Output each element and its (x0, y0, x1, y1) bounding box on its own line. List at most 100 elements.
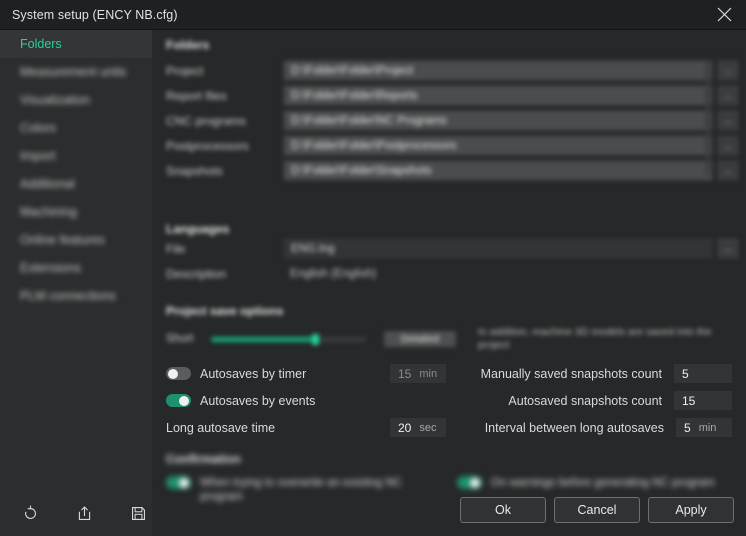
language-description-row: Description English (English) (166, 261, 738, 286)
folder-input-project[interactable]: D:\Folder\Folder\Project (284, 61, 712, 80)
sidebar-item-label: Online features (20, 233, 105, 247)
folder-input-postprocessors[interactable]: D:\Folder\Folder\Postprocessors (284, 136, 712, 155)
autosave-timer-unit: min (419, 368, 437, 380)
sidebar-item-label: Colors (20, 121, 56, 135)
confirm-overwrite-row: When trying to overwrite an existing NC … (166, 476, 441, 504)
long-autosave-interval-row: Interval between long autosaves 5 min (442, 414, 732, 441)
toggle-knob (179, 478, 189, 488)
export-icon (76, 505, 93, 522)
autosave-timer-toggle[interactable] (166, 367, 191, 380)
sidebar-item-label: Extensions (20, 261, 81, 275)
browse-button[interactable]: ... (718, 239, 738, 258)
sidebar-item-import[interactable]: Import (0, 142, 152, 170)
cancel-button[interactable]: Cancel (554, 497, 640, 523)
project-save-slider[interactable] (211, 337, 366, 342)
folder-label-snapshots: Snapshots (166, 164, 284, 178)
long-autosave-interval-label: Interval between long autosaves (485, 421, 664, 435)
folders-heading: Folders (166, 38, 738, 52)
folder-input-report-files[interactable]: D:\Folder\Folder\Reports (284, 86, 712, 105)
auto-snapshots-value: 15 (682, 394, 695, 408)
project-save-mode-label: Detailed (384, 331, 456, 347)
project-save-heading: Project save options (166, 304, 738, 318)
browse-button[interactable]: ... (718, 61, 738, 80)
slider-fill (211, 337, 315, 342)
reset-settings-button[interactable] (20, 503, 40, 523)
apply-button[interactable]: Apply (648, 497, 734, 523)
sidebar-item-label: Import (20, 149, 55, 163)
manual-snapshots-input[interactable]: 5 (674, 364, 732, 383)
folder-input-cnc-programs[interactable]: D:\Folder\Folder\NC Programs (284, 111, 712, 130)
folder-row: CNC programs D:\Folder\Folder\NC Program… (166, 108, 738, 133)
autosave-events-row: Autosaves by events (166, 387, 446, 414)
sidebar-item-label: PLM connections (20, 289, 116, 303)
folder-label-cnc-programs: CNC programs (166, 114, 284, 128)
sidebar-item-additional[interactable]: Additional (0, 170, 152, 198)
language-file-row: File ENG.lng ... (166, 236, 738, 261)
manual-snapshots-value: 5 (682, 367, 689, 381)
sidebar-item-label: Measurement units (20, 65, 126, 79)
toggle-knob (470, 478, 480, 488)
sidebar-item-extensions[interactable]: Extensions (0, 254, 152, 282)
sidebar-item-online-features[interactable]: Online features (0, 226, 152, 254)
manual-snapshots-label: Manually saved snapshots count (481, 367, 662, 381)
sidebar-item-label: Machining (20, 205, 77, 219)
folders-scrollbar[interactable] (706, 60, 710, 175)
confirm-overwrite-label: When trying to overwrite an existing NC … (200, 476, 425, 504)
confirm-warnings-toggle[interactable] (457, 476, 482, 489)
sidebar-item-folders[interactable]: Folders (0, 30, 152, 58)
save-icon (130, 505, 147, 522)
toggle-knob (168, 369, 178, 379)
sidebar-item-label: Visualization (20, 93, 90, 107)
sidebar-item-colors[interactable]: Colors (0, 114, 152, 142)
language-file-label: File (166, 242, 284, 256)
folder-row: Snapshots D:\Folder\Folder\Snapshots ... (166, 158, 738, 183)
browse-button[interactable]: ... (718, 86, 738, 105)
folder-row: Project D:\Folder\Folder\Project ... (166, 58, 738, 83)
confirm-warnings-label: On warnings before generating NC program (491, 476, 715, 490)
confirmation-heading: Confirmation (166, 452, 732, 466)
sidebar-item-machining[interactable]: Machining (0, 198, 152, 226)
long-autosave-interval-input[interactable]: 5 min (676, 418, 732, 437)
toggle-knob (179, 396, 189, 406)
language-file-input[interactable]: ENG.lng (284, 239, 712, 258)
autosave-right-column: Manually saved snapshots count 5 Autosav… (442, 360, 732, 441)
auto-snapshots-label: Autosaved snapshots count (508, 394, 662, 408)
folder-path-rows: Project D:\Folder\Folder\Project ... Rep… (166, 58, 738, 183)
close-button[interactable] (702, 0, 746, 29)
confirm-overwrite-toggle[interactable] (166, 476, 191, 489)
browse-button[interactable]: ... (718, 111, 738, 130)
reset-icon (22, 505, 39, 522)
ok-button[interactable]: Ok (460, 497, 546, 523)
title-bar: System setup (ENCY NB.cfg) (0, 0, 746, 30)
slider-min-label: Short (166, 333, 211, 345)
autosave-timer-input[interactable]: 15 min (390, 364, 446, 383)
browse-button[interactable]: ... (718, 136, 738, 155)
project-save-slider-row: Short Detailed In addition, machine 3D m… (166, 326, 738, 352)
sidebar-toolbar (0, 490, 152, 536)
long-autosave-time-row: Long autosave time 20 sec (166, 414, 446, 441)
settings-sidebar: Folders Measurement units Visualization … (0, 30, 152, 536)
folders-section: Folders Project D:\Folder\Folder\Project… (166, 38, 738, 183)
long-autosave-interval-unit: min (699, 422, 717, 434)
sidebar-list: Folders Measurement units Visualization … (0, 30, 152, 310)
save-settings-button[interactable] (128, 503, 148, 523)
folder-label-postprocessors: Postprocessors (166, 139, 284, 153)
sidebar-item-plm-connections[interactable]: PLM connections (0, 282, 152, 310)
long-autosave-time-label: Long autosave time (166, 421, 275, 435)
auto-snapshots-row: Autosaved snapshots count 15 (442, 387, 732, 414)
folder-input-snapshots[interactable]: D:\Folder\Folder\Snapshots (284, 161, 712, 180)
settings-main-pane: Folders Project D:\Folder\Folder\Project… (152, 30, 746, 536)
system-setup-dialog: System setup (ENCY NB.cfg) Folders Measu… (0, 0, 746, 536)
folder-row: Report files D:\Folder\Folder\Reports ..… (166, 83, 738, 108)
dialog-body: Folders Measurement units Visualization … (0, 30, 746, 536)
sidebar-item-measurement-units[interactable]: Measurement units (0, 58, 152, 86)
browse-button[interactable]: ... (718, 161, 738, 180)
sidebar-item-visualization[interactable]: Visualization (0, 86, 152, 114)
languages-section: Languages File ENG.lng ... Description E… (166, 222, 738, 286)
autosave-events-toggle[interactable] (166, 394, 191, 407)
auto-snapshots-input[interactable]: 15 (674, 391, 732, 410)
export-settings-button[interactable] (74, 503, 94, 523)
slider-handle[interactable] (312, 334, 319, 345)
folder-label-project: Project (166, 64, 284, 78)
long-autosave-time-input[interactable]: 20 sec (390, 418, 446, 437)
